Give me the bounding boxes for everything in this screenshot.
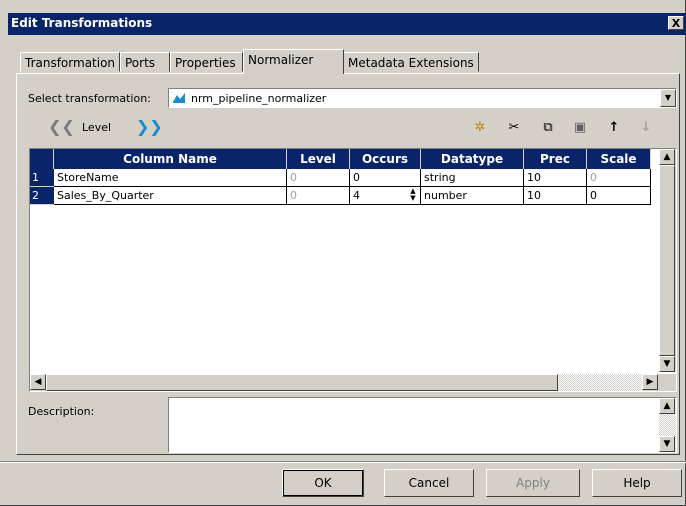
select-transformation-dropdown[interactable]: nrm_pipeline_normalizer ▼ [168, 88, 677, 108]
tab-ports[interactable]: Ports [120, 52, 170, 72]
normalizer-icon [172, 92, 186, 104]
cell-column-name[interactable]: Sales_By_Quarter [54, 187, 287, 205]
select-transformation-value: nrm_pipeline_normalizer [191, 92, 327, 105]
chevron-down-icon[interactable]: ▼ [660, 89, 676, 107]
columns-grid: Column Name Level Occurs Datatype Prec S… [29, 148, 677, 392]
cell-scale[interactable]: 0 [587, 169, 651, 187]
grid-vertical-scrollbar[interactable]: ▲ ▼ [659, 149, 676, 372]
cell-prec[interactable]: 10 [524, 169, 587, 187]
cell-scale[interactable]: 0 [587, 187, 651, 205]
cell-occurs[interactable]: 4 ▲ ▼ [350, 187, 421, 205]
new-icon[interactable]: ✲ [470, 118, 490, 138]
row-number[interactable]: 2 [30, 187, 54, 205]
column-header-level[interactable]: Level [287, 149, 350, 169]
cell-datatype[interactable]: number [421, 187, 524, 205]
scroll-left-icon[interactable]: ◀ [30, 374, 46, 390]
button-separator [0, 461, 686, 463]
tab-normalizer[interactable]: Normalizer [243, 49, 344, 74]
cell-level[interactable]: 0 [287, 187, 350, 205]
copy-icon[interactable]: ⧉ [538, 118, 558, 138]
occurs-spinner-icon[interactable]: ▲ ▼ [407, 188, 419, 202]
row-number[interactable]: 1 [30, 169, 54, 187]
move-down-icon[interactable]: ↓ [636, 118, 656, 138]
description-scroll-down-icon[interactable]: ▼ [659, 436, 675, 452]
column-header-scale[interactable]: Scale [587, 149, 651, 169]
cell-occurs[interactable]: 0 [350, 169, 421, 187]
help-button[interactable]: Help [592, 469, 682, 497]
tab-properties[interactable]: Properties [170, 52, 243, 72]
cut-icon[interactable]: ✂ [504, 118, 524, 138]
column-header-prec[interactable]: Prec [524, 149, 587, 169]
description-scrollbar[interactable]: ▲ ▼ [659, 398, 676, 452]
cell-column-name[interactable]: StoreName [54, 169, 287, 187]
description-label: Description: [28, 405, 95, 418]
horizontal-scroll-thumb[interactable] [46, 374, 558, 391]
column-header-name[interactable]: Column Name [54, 149, 287, 169]
description-scroll-up-icon[interactable]: ▲ [659, 398, 675, 414]
scroll-right-icon[interactable]: ▶ [642, 374, 658, 390]
level-label: Level [82, 121, 112, 134]
description-field[interactable]: ▲ ▼ [168, 397, 677, 453]
cell-level[interactable]: 0 [287, 169, 350, 187]
select-transformation-label: Select transformation: [28, 92, 151, 105]
close-button[interactable]: X [668, 16, 684, 30]
grid-horizontal-scrollbar[interactable]: ◀ ▶ [30, 374, 676, 391]
scroll-up-icon[interactable]: ▲ [659, 149, 675, 165]
vertical-scroll-thumb[interactable] [659, 165, 675, 356]
tab-transformation[interactable]: Transformation [20, 52, 120, 72]
tab-metadata-extensions[interactable]: Metadata Extensions [343, 52, 479, 72]
column-header-datatype[interactable]: Datatype [421, 149, 524, 169]
column-header-occurs[interactable]: Occurs [350, 149, 421, 169]
previous-level-icon[interactable]: ❮❮ [48, 118, 75, 136]
cell-prec[interactable]: 10 [524, 187, 587, 205]
ok-button[interactable]: OK [282, 469, 364, 497]
grid-corner [30, 149, 54, 169]
cell-occurs-value: 4 [353, 189, 360, 202]
cell-datatype[interactable]: string [421, 169, 524, 187]
next-level-icon[interactable]: ❯❯ [136, 118, 163, 136]
move-up-icon[interactable]: ↑ [604, 118, 624, 138]
edit-transformations-dialog: Edit Transformations X Transformation Po… [0, 0, 686, 506]
title-bar: Edit Transformations X [8, 13, 686, 35]
paste-icon[interactable]: ▣ [570, 118, 590, 138]
cancel-button[interactable]: Cancel [384, 469, 474, 497]
apply-button[interactable]: Apply [486, 469, 580, 497]
window-title: Edit Transformations [11, 16, 153, 30]
horizontal-scroll-track[interactable] [558, 374, 642, 391]
scroll-down-icon[interactable]: ▼ [659, 356, 675, 372]
